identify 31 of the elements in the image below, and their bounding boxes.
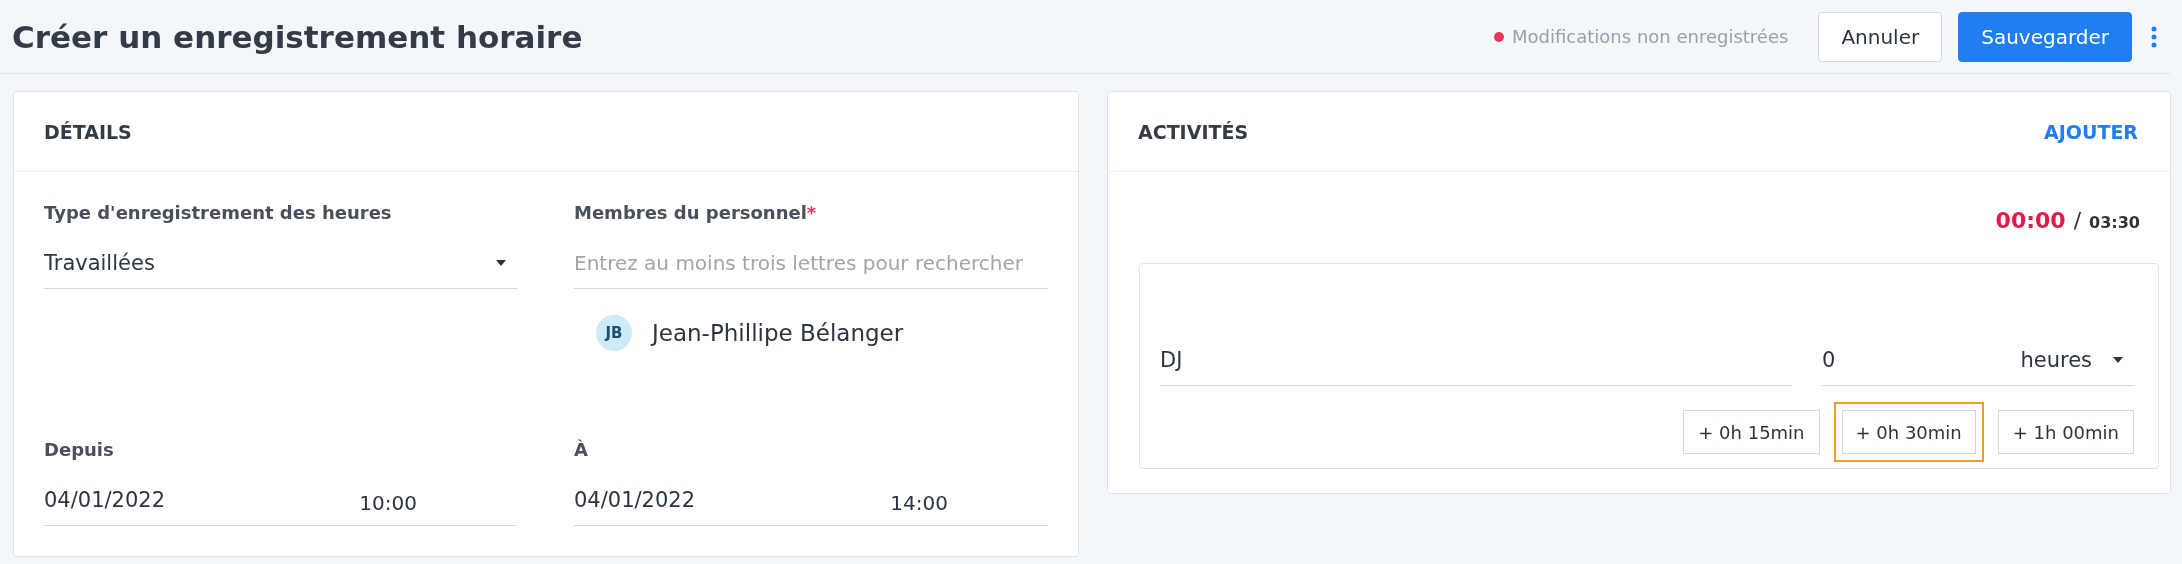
card-title: DÉTAILS	[44, 120, 132, 143]
field-label: À	[574, 439, 589, 460]
activity-name-field[interactable]: DJ	[1160, 334, 1792, 386]
more-icon[interactable]	[2150, 24, 2158, 49]
quick-add-button[interactable]: + 0h 30min	[1833, 402, 1984, 462]
amount-field[interactable]: 0	[1822, 347, 2021, 372]
unsaved-notice: Modifications non enregistrées	[1512, 26, 1789, 47]
caret-icon	[2112, 355, 2124, 364]
save-button[interactable]: Sauvegarder	[1958, 11, 2132, 62]
quick-add-button[interactable]: + 0h 15min	[1683, 410, 1820, 454]
logged-total: 00:00	[1995, 208, 2066, 233]
expected-total: 03:30	[2089, 213, 2140, 232]
staff-name: Jean-Phillipe Bélanger	[652, 319, 904, 348]
field-label: Membres du personnel*	[574, 202, 818, 223]
caret-icon	[495, 258, 507, 267]
time-value[interactable]: 14:00	[890, 484, 948, 515]
field-label: Depuis	[44, 439, 115, 460]
separator: /	[2073, 208, 2082, 233]
staff-search-field[interactable]: Entrez au moins trois lettres pour rechercher	[574, 237, 1048, 289]
field-label: Type d'enregistrement des heures	[44, 202, 393, 223]
card-title: ACTIVITÉS	[1138, 120, 1249, 143]
date-value[interactable]: 04/01/2022	[44, 487, 360, 512]
unit-select[interactable]: heures	[2020, 347, 2092, 372]
avatar: JB	[596, 315, 632, 351]
page-title: Créer un enregistrement horaire	[12, 18, 584, 55]
add-link[interactable]: AJOUTER	[2044, 120, 2138, 143]
quick-add-button[interactable]: + 1h 00min	[1997, 410, 2134, 454]
time-value[interactable]: 10:00	[359, 484, 417, 515]
date-value[interactable]: 04/01/2022	[574, 487, 891, 512]
type-select[interactable]: Travaillées	[44, 237, 517, 289]
cancel-button[interactable]: Annuler	[1818, 11, 1943, 62]
